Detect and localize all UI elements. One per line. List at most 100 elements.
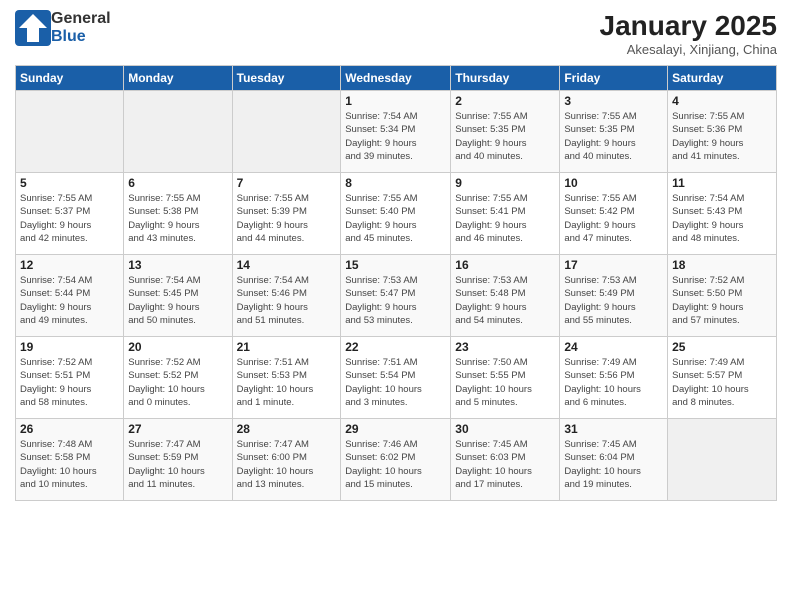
calendar-cell: 6 Sunrise: 7:55 AMSunset: 5:38 PMDaylight… [124,173,232,255]
day-number: 8 [345,176,446,190]
day-info: Sunrise: 7:55 AMSunset: 5:35 PMDaylight:… [455,110,555,163]
day-info: Sunrise: 7:54 AMSunset: 5:46 PMDaylight:… [237,274,337,327]
day-info: Sunrise: 7:55 AMSunset: 5:38 PMDaylight:… [128,192,227,245]
day-number: 19 [20,340,119,354]
col-sunday: Sunday [16,66,124,91]
calendar-cell: 8 Sunrise: 7:55 AMSunset: 5:40 PMDaylight… [341,173,451,255]
day-info: Sunrise: 7:47 AMSunset: 6:00 PMDaylight:… [237,438,337,491]
calendar-cell: 12 Sunrise: 7:54 AMSunset: 5:44 PMDayligh… [16,255,124,337]
day-info: Sunrise: 7:53 AMSunset: 5:47 PMDaylight:… [345,274,446,327]
day-number: 17 [564,258,663,272]
calendar-cell: 3 Sunrise: 7:55 AMSunset: 5:35 PMDaylight… [560,91,668,173]
calendar-cell: 19Sunrise: 7:52 AMSunset: 5:51 PMDayligh… [16,337,124,419]
day-number: 16 [455,258,555,272]
calendar-cell: 26 Sunrise: 7:48 AMSunset: 5:58 PMDayligh… [16,419,124,501]
day-number: 31 [564,422,663,436]
calendar-cell: 9Sunrise: 7:55 AMSunset: 5:41 PMDaylight… [451,173,560,255]
day-number: 12 [20,258,119,272]
day-number: 18 [672,258,772,272]
day-number: 26 [20,422,119,436]
day-number: 24 [564,340,663,354]
calendar-table: Sunday Monday Tuesday Wednesday Thursday… [15,65,777,501]
day-info: Sunrise: 7:55 AMSunset: 5:42 PMDaylight:… [564,192,663,245]
day-number: 2 [455,94,555,108]
logo-icon [15,10,51,46]
col-wednesday: Wednesday [341,66,451,91]
calendar-cell: 10 Sunrise: 7:55 AMSunset: 5:42 PMDayligh… [560,173,668,255]
day-number: 10 [564,176,663,190]
col-thursday: Thursday [451,66,560,91]
calendar-cell: 16 Sunrise: 7:53 AMSunset: 5:48 PMDayligh… [451,255,560,337]
calendar-cell: 29 Sunrise: 7:46 AMSunset: 6:02 PMDayligh… [341,419,451,501]
day-info: Sunrise: 7:45 AMSunset: 6:04 PMDaylight:… [564,438,663,491]
calendar-cell: 27 Sunrise: 7:47 AMSunset: 5:59 PMDayligh… [124,419,232,501]
day-number: 5 [20,176,119,190]
day-number: 9 [455,176,555,190]
logo: General Blue [15,10,111,46]
day-number: 30 [455,422,555,436]
calendar-cell: 15Sunrise: 7:53 AMSunset: 5:47 PMDayligh… [341,255,451,337]
day-number: 28 [237,422,337,436]
day-number: 13 [128,258,227,272]
header: General Blue January 2025 Akesalayi, Xin… [15,10,777,57]
day-info: Sunrise: 7:55 AMSunset: 5:39 PMDaylight:… [237,192,337,245]
day-number: 21 [237,340,337,354]
day-info: Sunrise: 7:45 AMSunset: 6:03 PMDaylight:… [455,438,555,491]
day-info: Sunrise: 7:48 AMSunset: 5:58 PMDaylight:… [20,438,119,491]
month-title: January 2025 [600,10,777,42]
logo-blue: Blue [51,28,111,46]
calendar-cell: 13Sunrise: 7:54 AMSunset: 5:45 PMDayligh… [124,255,232,337]
calendar-week-2: 5 Sunrise: 7:55 AMSunset: 5:37 PMDaylight… [16,173,777,255]
title-section: January 2025 Akesalayi, Xinjiang, China [600,10,777,57]
calendar-cell: 5 Sunrise: 7:55 AMSunset: 5:37 PMDaylight… [16,173,124,255]
calendar-cell [232,91,341,173]
calendar-cell: 21 Sunrise: 7:51 AMSunset: 5:53 PMDayligh… [232,337,341,419]
calendar-week-3: 12 Sunrise: 7:54 AMSunset: 5:44 PMDayligh… [16,255,777,337]
day-number: 14 [237,258,337,272]
day-number: 20 [128,340,227,354]
calendar-cell: 28 Sunrise: 7:47 AMSunset: 6:00 PMDayligh… [232,419,341,501]
calendar-cell: 11Sunrise: 7:54 AMSunset: 5:43 PMDayligh… [668,173,777,255]
day-number: 4 [672,94,772,108]
day-number: 3 [564,94,663,108]
calendar-cell: 20 Sunrise: 7:52 AMSunset: 5:52 PMDayligh… [124,337,232,419]
calendar-cell: 30 Sunrise: 7:45 AMSunset: 6:03 PMDayligh… [451,419,560,501]
calendar-cell: 17Sunrise: 7:53 AMSunset: 5:49 PMDayligh… [560,255,668,337]
day-info: Sunrise: 7:52 AMSunset: 5:52 PMDaylight:… [128,356,227,409]
day-info: Sunrise: 7:53 AMSunset: 5:48 PMDaylight:… [455,274,555,327]
day-number: 11 [672,176,772,190]
day-info: Sunrise: 7:50 AMSunset: 5:55 PMDaylight:… [455,356,555,409]
day-info: Sunrise: 7:47 AMSunset: 5:59 PMDaylight:… [128,438,227,491]
day-info: Sunrise: 7:51 AMSunset: 5:53 PMDaylight:… [237,356,337,409]
day-number: 22 [345,340,446,354]
day-info: Sunrise: 7:49 AMSunset: 5:57 PMDaylight:… [672,356,772,409]
calendar-cell: 25Sunrise: 7:49 AMSunset: 5:57 PMDayligh… [668,337,777,419]
day-info: Sunrise: 7:55 AMSunset: 5:40 PMDaylight:… [345,192,446,245]
day-number: 27 [128,422,227,436]
calendar-cell: 31 Sunrise: 7:45 AMSunset: 6:04 PMDayligh… [560,419,668,501]
day-info: Sunrise: 7:55 AMSunset: 5:37 PMDaylight:… [20,192,119,245]
day-number: 29 [345,422,446,436]
day-number: 1 [345,94,446,108]
day-info: Sunrise: 7:46 AMSunset: 6:02 PMDaylight:… [345,438,446,491]
day-info: Sunrise: 7:55 AMSunset: 5:35 PMDaylight:… [564,110,663,163]
day-number: 6 [128,176,227,190]
day-info: Sunrise: 7:54 AMSunset: 5:44 PMDaylight:… [20,274,119,327]
calendar-header: Sunday Monday Tuesday Wednesday Thursday… [16,66,777,91]
day-info: Sunrise: 7:55 AMSunset: 5:36 PMDaylight:… [672,110,772,163]
day-info: Sunrise: 7:54 AMSunset: 5:34 PMDaylight:… [345,110,446,163]
day-info: Sunrise: 7:49 AMSunset: 5:56 PMDaylight:… [564,356,663,409]
col-friday: Friday [560,66,668,91]
col-tuesday: Tuesday [232,66,341,91]
calendar-body: 1 Sunrise: 7:54 AMSunset: 5:34 PMDaylight… [16,91,777,501]
day-number: 7 [237,176,337,190]
calendar-cell: 4 Sunrise: 7:55 AMSunset: 5:36 PMDaylight… [668,91,777,173]
day-number: 23 [455,340,555,354]
calendar-cell: 22Sunrise: 7:51 AMSunset: 5:54 PMDayligh… [341,337,451,419]
calendar-cell: 18Sunrise: 7:52 AMSunset: 5:50 PMDayligh… [668,255,777,337]
calendar-cell: 24 Sunrise: 7:49 AMSunset: 5:56 PMDayligh… [560,337,668,419]
calendar-cell: 7 Sunrise: 7:55 AMSunset: 5:39 PMDaylight… [232,173,341,255]
col-saturday: Saturday [668,66,777,91]
calendar-week-5: 26 Sunrise: 7:48 AMSunset: 5:58 PMDayligh… [16,419,777,501]
location-subtitle: Akesalayi, Xinjiang, China [600,42,777,57]
